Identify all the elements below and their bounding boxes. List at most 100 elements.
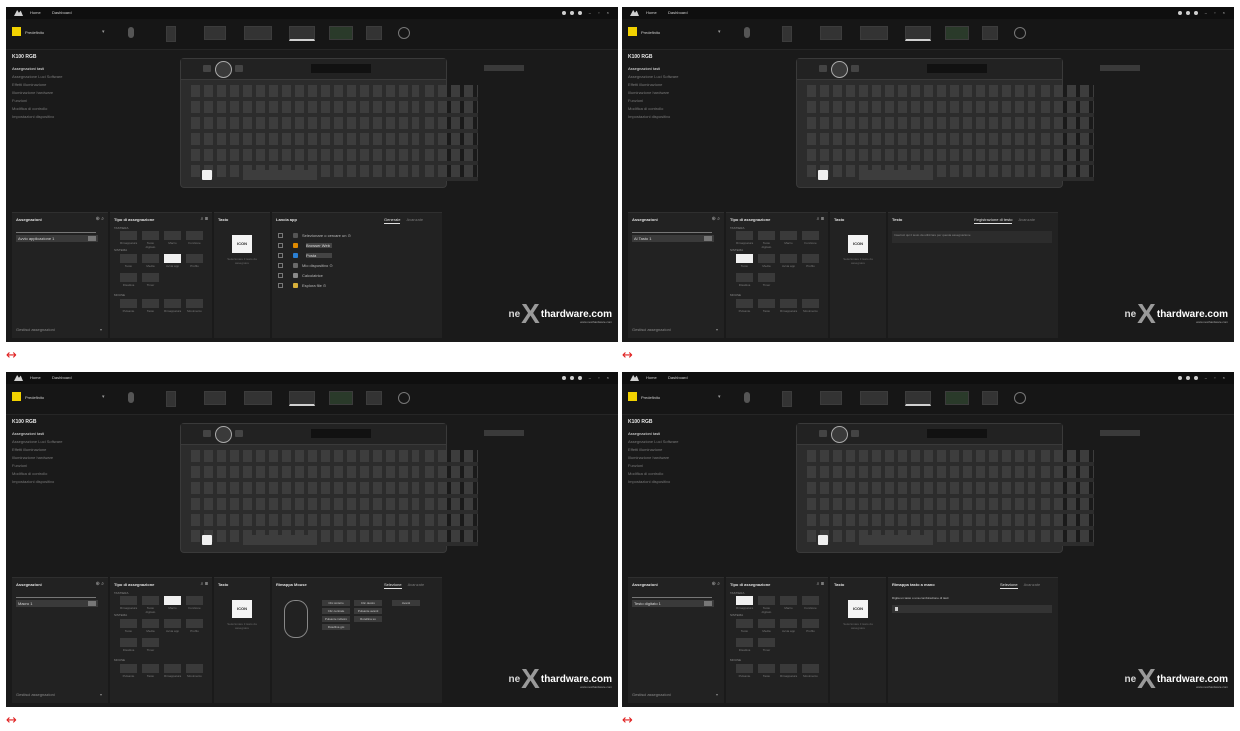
headset-device-icon[interactable] bbox=[1014, 392, 1026, 404]
device-thumb-2[interactable] bbox=[820, 391, 842, 405]
type-mouse-button[interactable] bbox=[120, 664, 137, 673]
spacebar[interactable] bbox=[859, 535, 933, 545]
tab-home[interactable]: Home bbox=[646, 10, 657, 15]
type-text-button[interactable] bbox=[142, 231, 159, 240]
gear-icon[interactable] bbox=[1186, 11, 1190, 15]
help-icon[interactable] bbox=[1194, 11, 1198, 15]
mouse-btn-left[interactable]: Clic sinistro bbox=[322, 600, 350, 606]
profile-selector[interactable]: Predefinito bbox=[641, 395, 660, 400]
menu-illuminazione-hardware[interactable]: Illuminazione hardware bbox=[628, 454, 678, 462]
type-macro-button[interactable] bbox=[780, 231, 797, 240]
device-thumb-3[interactable] bbox=[860, 26, 888, 40]
spacebar[interactable] bbox=[243, 535, 317, 545]
manage-assignments-link[interactable]: Gestisci assegnazioni bbox=[632, 692, 671, 697]
volume-roller[interactable] bbox=[1100, 430, 1140, 436]
mouse-btn-wheel-down[interactable]: Rotellina giù bbox=[322, 624, 350, 630]
type-text-button[interactable] bbox=[142, 596, 159, 605]
bell-icon[interactable] bbox=[1178, 11, 1182, 15]
bell-icon[interactable] bbox=[1178, 376, 1182, 380]
device-thumb-5[interactable] bbox=[329, 26, 353, 40]
type-remap-button[interactable] bbox=[120, 596, 137, 605]
device-thumb-keyboard[interactable] bbox=[905, 391, 931, 406]
menu-assegnazioni-tasti[interactable]: Assegnazioni tasti bbox=[628, 65, 678, 73]
chevron-down-icon[interactable]: ▾ bbox=[716, 327, 718, 332]
volume-roller[interactable] bbox=[484, 65, 524, 71]
type-launch-app-button[interactable] bbox=[164, 619, 181, 628]
menu-impostazioni-dispositivo[interactable]: Impostazioni dispositivo bbox=[12, 113, 62, 121]
window-controls[interactable]: – ▫ × bbox=[589, 10, 612, 15]
tab-avanzate[interactable]: Avanzate bbox=[1018, 217, 1035, 222]
profile-selector[interactable]: Predefinito bbox=[641, 30, 660, 35]
add-icon[interactable]: ⊕ ⌕ bbox=[712, 581, 720, 587]
menu-effetti-illuminazione[interactable]: Effetti illuminazione bbox=[12, 81, 62, 89]
media-key[interactable] bbox=[203, 430, 211, 437]
type-macro-button[interactable] bbox=[164, 596, 181, 605]
toggle-icon[interactable] bbox=[704, 236, 712, 241]
assignment-row[interactable]: Avvio applicazione 1 bbox=[16, 235, 98, 242]
chevron-down-icon[interactable]: ▾ bbox=[100, 692, 102, 697]
menu-illuminazione-hardware[interactable]: Illuminazione hardware bbox=[12, 454, 62, 462]
device-thumb-3[interactable] bbox=[860, 391, 888, 405]
chevron-down-icon[interactable]: ▾ bbox=[716, 692, 718, 697]
control-dial[interactable] bbox=[215, 61, 232, 78]
menu-luci-software[interactable]: Assegnazione Luci Software bbox=[628, 73, 678, 81]
text-input[interactable]: Inserisci qui il testo da utilizzare per… bbox=[892, 231, 1052, 243]
mouse-btn-middle[interactable]: Clic centrale bbox=[322, 608, 350, 614]
type-launch-app-button[interactable] bbox=[780, 254, 797, 263]
menu-effetti-illuminazione[interactable]: Effetti illuminazione bbox=[628, 446, 678, 454]
tab-dashboard[interactable]: Dashboard bbox=[668, 375, 688, 380]
menu-modifica-controllo[interactable]: Modifica di controllo bbox=[628, 470, 678, 478]
type-mouse-button[interactable] bbox=[736, 299, 753, 308]
device-thumb-keyboard[interactable] bbox=[905, 26, 931, 41]
type-mouse-move-button[interactable] bbox=[186, 299, 203, 308]
type-mouse-key-button[interactable] bbox=[758, 299, 775, 308]
toggle-icon[interactable] bbox=[704, 601, 712, 606]
menu-assegnazioni-tasti[interactable]: Assegnazioni tasti bbox=[12, 65, 62, 73]
filter-icon[interactable]: ⌕ ⊞ bbox=[201, 216, 208, 222]
app-row-browser[interactable]: Browser Web bbox=[278, 243, 332, 249]
menu-luci-software[interactable]: Assegnazione Luci Software bbox=[12, 73, 62, 81]
tab-avanzate[interactable]: Avanzate bbox=[406, 217, 423, 222]
app-row-mail[interactable]: Posta bbox=[278, 253, 332, 259]
device-thumb-3[interactable] bbox=[244, 26, 272, 40]
assignment-search-input[interactable] bbox=[16, 592, 96, 598]
mouse-btn-next[interactable]: Avanti bbox=[392, 600, 420, 606]
volume-roller[interactable] bbox=[1100, 65, 1140, 71]
headset-device-icon[interactable] bbox=[1014, 27, 1026, 39]
mouse-device-icon[interactable] bbox=[744, 392, 750, 403]
assignment-row[interactable]: Macro 1 bbox=[16, 600, 98, 607]
device-thumb-1[interactable] bbox=[166, 391, 176, 407]
profile-selector[interactable]: Predefinito bbox=[25, 395, 44, 400]
type-macro-button[interactable] bbox=[164, 231, 181, 240]
headset-device-icon[interactable] bbox=[398, 392, 410, 404]
type-profile-button[interactable] bbox=[186, 619, 203, 628]
type-media-button[interactable] bbox=[758, 619, 775, 628]
manage-assignments-link[interactable]: Gestisci assegnazioni bbox=[16, 327, 55, 332]
chevron-down-icon[interactable]: ▾ bbox=[718, 29, 721, 35]
menu-impostazioni-dispositivo[interactable]: Impostazioni dispositivo bbox=[628, 478, 678, 486]
menu-illuminazione-hardware[interactable]: Illuminazione hardware bbox=[628, 89, 678, 97]
type-disable-button[interactable] bbox=[736, 638, 753, 647]
chevron-down-icon[interactable]: ▾ bbox=[718, 394, 721, 400]
spacebar[interactable] bbox=[859, 170, 933, 180]
type-timer-button[interactable] bbox=[142, 273, 159, 282]
window-controls[interactable]: – ▫ × bbox=[589, 375, 612, 380]
assignment-row[interactable]: Testo digitato 1 bbox=[632, 600, 714, 607]
device-thumb-keyboard[interactable] bbox=[289, 391, 315, 406]
app-row-explorer[interactable]: Esplora file ⊙ bbox=[278, 283, 326, 289]
app-row-device[interactable]: Mio dispositivo ⊙ bbox=[278, 263, 333, 269]
menu-funzioni[interactable]: Funzioni bbox=[12, 462, 62, 470]
mouse-device-icon[interactable] bbox=[128, 392, 134, 403]
headset-device-icon[interactable] bbox=[398, 27, 410, 39]
menu-effetti-illuminazione[interactable]: Effetti illuminazione bbox=[628, 81, 678, 89]
type-mouse-key-button[interactable] bbox=[142, 664, 159, 673]
device-thumb-2[interactable] bbox=[204, 26, 226, 40]
device-thumb-5[interactable] bbox=[945, 391, 969, 405]
type-launch-app-button[interactable] bbox=[780, 619, 797, 628]
selected-key[interactable] bbox=[818, 170, 828, 180]
type-disable-button[interactable] bbox=[120, 638, 137, 647]
chevron-down-icon[interactable]: ▾ bbox=[100, 327, 102, 332]
type-profile-button[interactable] bbox=[186, 254, 203, 263]
volume-roller[interactable] bbox=[484, 430, 524, 436]
type-mouse-remap-button[interactable] bbox=[164, 299, 181, 308]
